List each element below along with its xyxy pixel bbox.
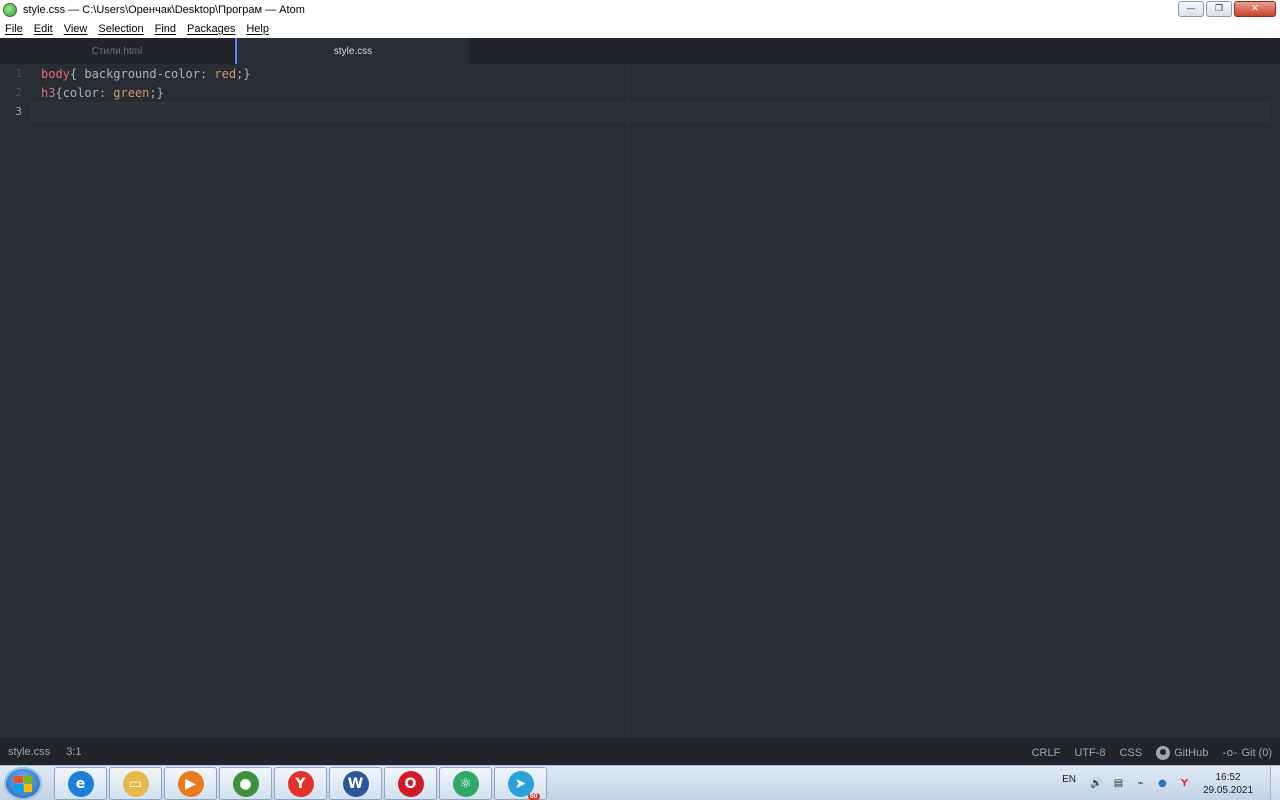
taskbar-app-button[interactable]: e (54, 767, 107, 800)
window-controls: — ❐ ✕ (1178, 1, 1276, 17)
css-brace-close: ;} (236, 67, 251, 81)
start-button[interactable] (4, 767, 42, 800)
clock-time: 16:52 (1215, 771, 1241, 783)
css-colon: : (199, 67, 215, 81)
css-selector: body (41, 67, 70, 81)
status-git[interactable]: -o- Git (0) (1222, 746, 1272, 759)
css-colon: : (98, 86, 114, 100)
css-property: color (62, 86, 99, 100)
window-title: style.css — C:\Users\Оренчак\Desktop\Про… (23, 3, 305, 16)
css-brace-close: ;} (149, 86, 164, 100)
yandex-browser-icon: Y (287, 770, 314, 797)
status-github[interactable]: GitHub (1156, 745, 1209, 760)
windows-logo-icon (14, 775, 32, 792)
menu-packages[interactable]: Packages (187, 23, 235, 35)
tab-styles-html[interactable]: Стили.html (0, 38, 235, 64)
status-file-name[interactable]: style.css (8, 746, 50, 758)
title-bar: style.css — C:\Users\Оренчак\Desktop\Про… (0, 0, 1280, 19)
network-icon[interactable]: ▤ (1112, 777, 1125, 790)
atom-app-icon (3, 2, 17, 17)
line-number: 1 (15, 67, 22, 80)
taskbar-app-button[interactable]: ➤ 50 (494, 767, 547, 800)
menu-edit[interactable]: Edit (34, 23, 53, 35)
atom-icon: ⚛ (452, 770, 479, 797)
css-brace-open: { (55, 86, 63, 100)
menu-help[interactable]: Help (246, 23, 269, 35)
yandex-tray-icon[interactable]: Y (1178, 777, 1191, 790)
maximize-button[interactable]: ❐ (1206, 1, 1232, 17)
taskbar-app-button[interactable]: Y (274, 767, 327, 800)
volume-icon[interactable]: 🔊 (1090, 777, 1103, 790)
taskbar-app-button[interactable]: ⚛ (439, 767, 492, 800)
status-git-label: Git (0) (1241, 746, 1272, 759)
menu-find[interactable]: Find (155, 23, 176, 35)
menu-selection[interactable]: Selection (98, 23, 143, 35)
code-line[interactable]: h3{color: green;} (41, 84, 164, 103)
menu-bar: File Edit View Selection Find Packages H… (0, 19, 1280, 38)
status-encoding[interactable]: UTF-8 (1074, 747, 1105, 759)
internet-explorer-icon: e (67, 770, 94, 797)
editor-pane[interactable]: 1 2 3 body{ background-color: red;} h3{c… (0, 64, 1280, 738)
code-line[interactable]: body{ background-color: red;} (41, 65, 251, 84)
css-brace-open: { (69, 67, 85, 81)
status-github-label: GitHub (1174, 746, 1209, 759)
taskbar-app-button[interactable]: ● (219, 767, 272, 800)
clock[interactable]: 16:52 29.05.2021 (1200, 771, 1256, 797)
taskbar-app-button[interactable]: ▶ (164, 767, 217, 800)
notification-badge: 50 (527, 792, 540, 800)
chrome-icon: ● (232, 770, 259, 797)
file-explorer-icon: ▭ (122, 770, 149, 797)
language-indicator[interactable]: EN (1062, 774, 1076, 785)
css-value: red (214, 67, 237, 81)
vertical-scrollbar[interactable] (1271, 64, 1280, 738)
css-selector: h3 (41, 86, 56, 100)
opera-icon: O (397, 770, 424, 797)
line-number: 3 (15, 105, 22, 118)
css-property: background-color (84, 67, 200, 81)
taskbar-app-button[interactable]: ▭ (109, 767, 162, 800)
menu-file[interactable]: File (5, 23, 23, 35)
tray-app-icon[interactable]: ⌁ (1134, 777, 1147, 790)
close-button[interactable]: ✕ (1234, 1, 1276, 17)
status-cursor-position[interactable]: 3:1 (66, 746, 81, 758)
git-commit-icon: -o- (1222, 746, 1238, 759)
line-number-gutter: 1 2 3 (0, 64, 30, 738)
taskbar: e ▭ ▶ ● Y W O ⚛ ➤ 50 EN 🔊 ▤ ⌁ ● Y 16:52 29.05.202… (0, 765, 1280, 800)
taskbar-app-button[interactable]: O (384, 767, 437, 800)
github-icon (1156, 745, 1171, 760)
system-tray: EN 🔊 ▤ ⌁ ● Y 16:52 29.05.2021 (1062, 766, 1280, 800)
minimize-button[interactable]: — (1178, 1, 1204, 17)
line-number: 2 (15, 86, 22, 99)
status-grammar[interactable]: CSS (1119, 747, 1142, 759)
tab-bar: Стили.html style.css (0, 38, 1280, 64)
status-bar: style.css 3:1 CRLF UTF-8 CSS GitHub -o- … (0, 738, 1280, 765)
telegram-icon: ➤ 50 (507, 770, 540, 800)
word-icon: W (342, 770, 369, 797)
menu-view[interactable]: View (64, 23, 88, 35)
show-desktop-button[interactable] (1270, 766, 1280, 800)
wrap-guide (627, 64, 628, 738)
cursor-line-highlight (30, 102, 1271, 122)
tray-notification-icon[interactable]: ● (1156, 777, 1169, 790)
status-line-ending[interactable]: CRLF (1032, 747, 1061, 759)
taskbar-app-button[interactable]: W (329, 767, 382, 800)
css-value: green (113, 86, 150, 100)
tab-style-css[interactable]: style.css (235, 38, 469, 64)
clock-date: 29.05.2021 (1202, 784, 1254, 796)
media-player-icon: ▶ (177, 770, 204, 797)
